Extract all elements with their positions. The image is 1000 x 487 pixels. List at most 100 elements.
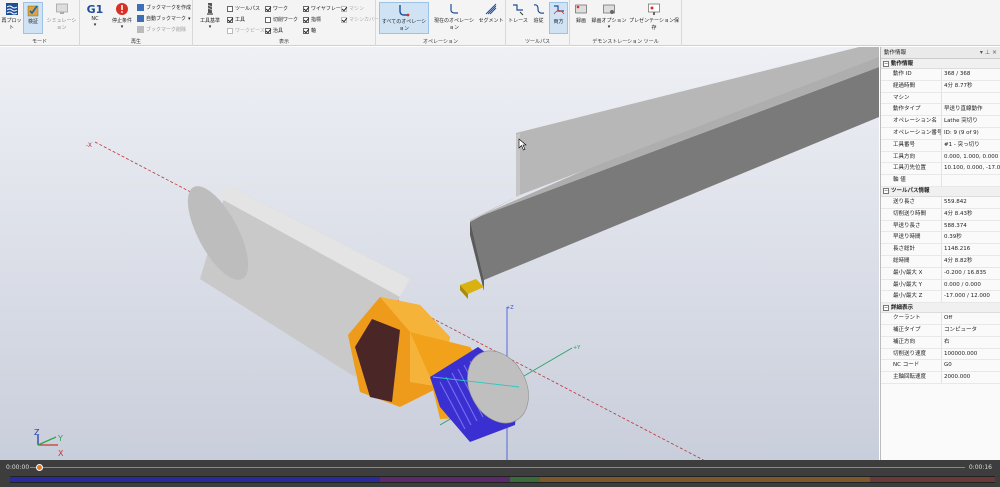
property-row: 長さ総計 1148.216 [881,244,1000,256]
current-operation-button[interactable]: 現在のオペレーション [432,2,476,34]
stop-condition-button[interactable]: 停止条件 ▾ [109,2,135,34]
follow-label: 追従 [533,18,544,24]
axis-checkbox[interactable]: 軸 [303,27,316,34]
property-value: Lathe 突切り [944,118,978,125]
property-row: マシン [881,92,1000,105]
panel-section-title: 動作情報 [891,60,914,67]
record-button[interactable]: 録画 [572,2,590,34]
bookmark-icon [137,4,144,11]
property-name: オペレーション番号 [881,127,942,139]
checkbox-box [227,16,233,23]
both-button[interactable]: 両方 [549,2,568,34]
collapse-icon[interactable]: − [883,304,889,311]
tool-checkbox[interactable]: 工具 [227,16,245,23]
cut-work-checkbox-label: 切削ワーク [273,17,299,23]
operation-track[interactable] [10,476,995,483]
chevron-down-icon[interactable]: ▾ [980,49,983,56]
timeline-start-time: 0:00:00 [6,464,30,471]
simulation-button[interactable]: シミュレーション [45,2,78,34]
all-operations-button[interactable]: すべてのオペレーション [379,2,429,34]
create-bookmark-label: ブックマークを作成 [146,5,192,11]
checkbox-box [227,27,233,34]
toolpath-checkbox-label: ツールパス [235,6,261,12]
workpiece-checkbox-label: ワークピース [235,28,265,34]
tool-library-icon [207,3,213,15]
collapse-icon[interactable]: − [883,60,889,67]
fixture-checkbox[interactable]: 治具 [265,27,283,34]
segment-icon [485,3,497,15]
save-presentation-icon [648,3,660,15]
segment-label: セグメント [478,18,504,24]
property-row: 工具方向 0.000, 1.000, 0.000 [881,151,1000,164]
record-icon [575,4,587,14]
all-operations-label: すべてのオペレーション [381,19,427,32]
record-options-button[interactable]: 録画オプション ▾ [591,2,627,34]
property-value: コンピュータ [944,326,978,333]
trace-button[interactable]: トレース [508,2,528,34]
property-value: 早送り直線動作 [944,106,983,113]
property-name: 動作 ID [881,69,942,80]
follow-button[interactable]: 追従 [529,2,548,34]
g1-nc-button[interactable]: G1 NC ▾ [83,4,107,34]
property-value: 右 [944,338,950,345]
x-axis-label: -X [86,142,92,149]
wireframe-checkbox[interactable]: ワイヤフレーム [303,5,346,12]
toolpath-checkbox[interactable]: ツールパス [227,5,260,12]
auto-bookmark-button[interactable]: 自動ブックマーク ▾ [137,15,191,22]
checkbox-box [265,27,271,34]
property-value: 4分 8.43秒 [944,210,973,217]
property-value: 0.000, 1.000, 0.000 [944,153,999,160]
panel-section-header[interactable]: − 詳細表示 [881,303,1000,314]
create-bookmark-button[interactable]: ブックマークを作成 [137,4,191,11]
cut-work-checkbox[interactable]: 切削ワーク [265,16,298,23]
work-checkbox[interactable]: ワーク [265,5,288,12]
collapse-icon[interactable]: − [883,188,889,195]
toolpath-group-label: ツールパス [524,39,550,45]
property-row: 工具番号 #1 - 突っ切り [881,139,1000,152]
replot-button[interactable]: 再プロット [1,2,22,34]
replot-label: 再プロット [1,18,22,31]
timeline-slider[interactable] [30,467,965,468]
app-window: 再プロット 検証 シミュレーション モード G1 NC ▾ 停止条件 ▾ ブック… [0,0,1000,487]
auto-bookmark-icon [137,15,144,22]
save-presentation-button[interactable]: プレゼンテーション保存 [628,2,680,34]
work-checkbox-label: ワーク [273,6,289,12]
property-name: 最小/最大 Y [881,279,942,291]
pin-icon[interactable]: ⊥ [985,49,990,56]
delete-bookmark-button[interactable]: ブックマーク削除 [137,26,186,33]
machine-cover-checkbox[interactable]: マシンカバー [341,16,379,23]
property-name: 長さ総計 [881,244,942,255]
close-icon[interactable]: × [992,49,997,56]
z-axis-label: +Z [506,305,514,311]
timeline-handle[interactable] [36,464,44,471]
property-row: 送り長さ 559.842 [881,196,1000,209]
checkbox-box [303,27,309,34]
3d-viewport[interactable]: -X +Z +Y Z Y X [0,47,879,460]
demo-tools-group-label: デモンストレーション ツール [592,39,659,45]
indicator-checkbox[interactable]: 指標 [303,16,321,23]
operation-segment [870,477,995,482]
playback-timeline: 0:00:00 0:00:16 [0,460,1000,487]
chevron-down-icon: ▾ [93,22,97,28]
property-row: クーラント Off [881,313,1000,325]
property-value: 0.39秒 [944,234,962,241]
motion-info-panel: 動作情報 ▾ ⊥ × − 動作情報 動作 ID 368 / 368 経過時間 4分 8.7… [880,47,1000,487]
property-row: 軸 値 [881,175,1000,187]
workpiece-checkbox[interactable]: ワークピース [227,27,265,34]
property-name: 送り長さ [881,196,942,208]
y-axis-label: +Y [573,345,581,351]
verify-button[interactable]: 検証 [23,2,43,34]
panel-section-header[interactable]: − ツールパス情報 [881,186,1000,197]
all-operations-icon [399,5,410,17]
panel-section-header[interactable]: − 動作情報 [881,59,1000,69]
property-name: 総時間 [881,255,942,267]
property-name: 工具方向 [881,151,942,163]
machine-checkbox[interactable]: マシン [341,5,364,12]
tool-library-button[interactable]: 工具基準 ▾ [196,2,224,34]
both-icon [553,5,564,15]
simulation-icon [55,3,68,14]
trace-label: トレース [508,18,528,24]
property-value: -17.000 / 12.000 [944,293,990,300]
property-name: 軸 値 [881,175,942,186]
segment-button[interactable]: セグメント [477,2,505,34]
